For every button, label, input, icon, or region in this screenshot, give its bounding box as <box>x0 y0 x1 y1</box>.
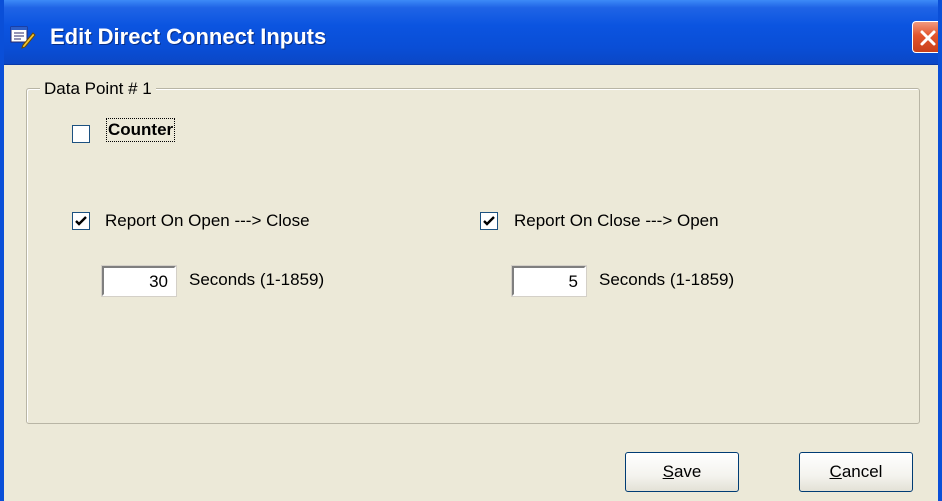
save-mnemonic: S <box>662 462 674 481</box>
counter-label[interactable]: Counter <box>105 118 176 142</box>
close-button[interactable] <box>912 21 938 53</box>
edit-form-icon <box>10 25 36 49</box>
save-button[interactable]: Save <box>625 452 739 492</box>
report-close-open-checkbox[interactable] <box>480 212 498 230</box>
close-open-seconds-input[interactable]: 5 <box>512 266 586 296</box>
cancel-label: ancel <box>841 462 883 481</box>
close-open-seconds-label: Seconds (1-1859) <box>599 270 735 289</box>
report-close-open-label[interactable]: Report On Close ---> Open <box>514 211 719 231</box>
checkmark-icon <box>75 216 87 226</box>
open-close-seconds-input[interactable]: 30 <box>102 266 176 296</box>
dialog-window: Edit Direct Connect Inputs Data Point # … <box>0 0 942 501</box>
save-label: ave <box>673 462 702 481</box>
close-icon <box>920 30 936 46</box>
group-label: Data Point # 1 <box>40 79 156 99</box>
window-title: Edit Direct Connect Inputs <box>50 24 327 49</box>
report-open-close-label[interactable]: Report On Open ---> Close <box>105 211 310 231</box>
report-open-close-checkbox[interactable] <box>72 212 90 230</box>
open-close-seconds-label: Seconds (1-1859) <box>189 270 325 289</box>
cancel-button[interactable]: Cancel <box>799 452 913 492</box>
checkmark-icon <box>483 216 495 226</box>
title-bar[interactable]: Edit Direct Connect Inputs <box>4 0 938 65</box>
counter-checkbox[interactable] <box>72 125 90 143</box>
cancel-mnemonic: C <box>829 462 842 481</box>
